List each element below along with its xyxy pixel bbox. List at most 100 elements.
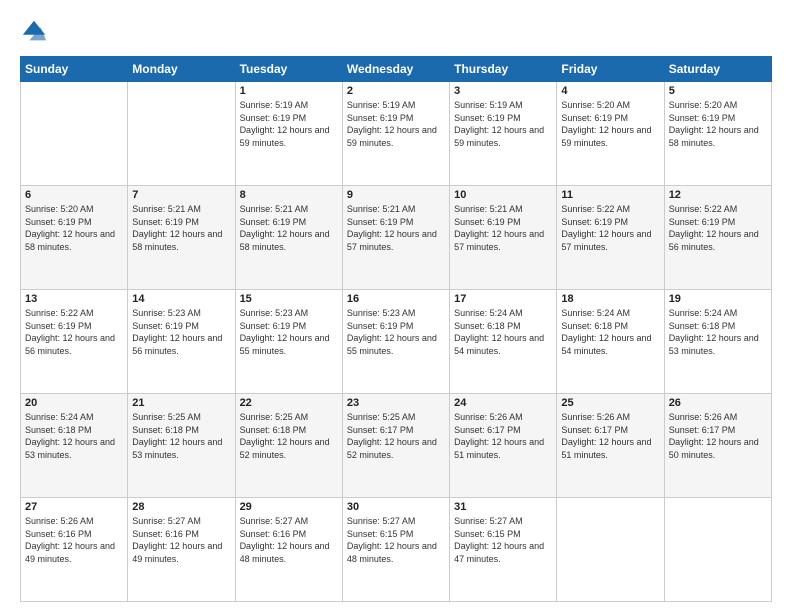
calendar-header-saturday: Saturday bbox=[664, 57, 771, 82]
day-info: Sunrise: 5:27 AM Sunset: 6:16 PM Dayligh… bbox=[132, 515, 230, 565]
day-number: 20 bbox=[25, 397, 123, 409]
day-info: Sunrise: 5:24 AM Sunset: 6:18 PM Dayligh… bbox=[561, 307, 659, 357]
day-number: 7 bbox=[132, 189, 230, 201]
day-number: 12 bbox=[669, 189, 767, 201]
calendar-cell: 18 Sunrise: 5:24 AM Sunset: 6:18 PM Dayli… bbox=[557, 290, 664, 394]
header bbox=[20, 18, 772, 46]
day-number: 31 bbox=[454, 501, 552, 513]
calendar-cell: 9 Sunrise: 5:21 AM Sunset: 6:19 PM Daylig… bbox=[342, 186, 449, 290]
day-info: Sunrise: 5:27 AM Sunset: 6:15 PM Dayligh… bbox=[454, 515, 552, 565]
day-number: 15 bbox=[240, 293, 338, 305]
day-number: 18 bbox=[561, 293, 659, 305]
day-info: Sunrise: 5:25 AM Sunset: 6:18 PM Dayligh… bbox=[240, 411, 338, 461]
day-info: Sunrise: 5:24 AM Sunset: 6:18 PM Dayligh… bbox=[25, 411, 123, 461]
day-info: Sunrise: 5:19 AM Sunset: 6:19 PM Dayligh… bbox=[454, 99, 552, 149]
calendar-cell: 13 Sunrise: 5:22 AM Sunset: 6:19 PM Dayli… bbox=[21, 290, 128, 394]
day-number: 26 bbox=[669, 397, 767, 409]
calendar-cell: 15 Sunrise: 5:23 AM Sunset: 6:19 PM Dayli… bbox=[235, 290, 342, 394]
calendar-week-row: 13 Sunrise: 5:22 AM Sunset: 6:19 PM Dayli… bbox=[21, 290, 772, 394]
calendar-header-tuesday: Tuesday bbox=[235, 57, 342, 82]
calendar-cell: 27Sunrise: 5:26 AM Sunset: 6:16 PM Dayli… bbox=[21, 498, 128, 602]
calendar-cell: 21 Sunrise: 5:25 AM Sunset: 6:18 PM Dayli… bbox=[128, 394, 235, 498]
calendar-cell: 26 Sunrise: 5:26 AM Sunset: 6:17 PM Dayli… bbox=[664, 394, 771, 498]
day-number: 9 bbox=[347, 189, 445, 201]
day-info: Sunrise: 5:20 AM Sunset: 6:19 PM Dayligh… bbox=[669, 99, 767, 149]
day-info: Sunrise: 5:23 AM Sunset: 6:19 PM Dayligh… bbox=[347, 307, 445, 357]
calendar-cell bbox=[664, 498, 771, 602]
day-number: 27 bbox=[25, 501, 123, 513]
calendar-header-monday: Monday bbox=[128, 57, 235, 82]
day-number: 21 bbox=[132, 397, 230, 409]
day-info: Sunrise: 5:25 AM Sunset: 6:17 PM Dayligh… bbox=[347, 411, 445, 461]
day-number: 13 bbox=[25, 293, 123, 305]
calendar-week-row: 27Sunrise: 5:26 AM Sunset: 6:16 PM Dayli… bbox=[21, 498, 772, 602]
day-number: 5 bbox=[669, 85, 767, 97]
calendar-header-thursday: Thursday bbox=[450, 57, 557, 82]
day-number: 10 bbox=[454, 189, 552, 201]
day-info: Sunrise: 5:20 AM Sunset: 6:19 PM Dayligh… bbox=[561, 99, 659, 149]
calendar-week-row: 20 Sunrise: 5:24 AM Sunset: 6:18 PM Dayli… bbox=[21, 394, 772, 498]
calendar-cell: 8 Sunrise: 5:21 AM Sunset: 6:19 PM Daylig… bbox=[235, 186, 342, 290]
calendar-cell: 14 Sunrise: 5:23 AM Sunset: 6:19 PM Dayli… bbox=[128, 290, 235, 394]
calendar-cell: 29 Sunrise: 5:27 AM Sunset: 6:16 PM Dayli… bbox=[235, 498, 342, 602]
calendar-cell: 5 Sunrise: 5:20 AM Sunset: 6:19 PM Daylig… bbox=[664, 82, 771, 186]
calendar-cell: 17Sunrise: 5:24 AM Sunset: 6:18 PM Dayli… bbox=[450, 290, 557, 394]
day-info: Sunrise: 5:19 AM Sunset: 6:19 PM Dayligh… bbox=[347, 99, 445, 149]
day-number: 28 bbox=[132, 501, 230, 513]
day-info: Sunrise: 5:26 AM Sunset: 6:17 PM Dayligh… bbox=[454, 411, 552, 461]
day-number: 1 bbox=[240, 85, 338, 97]
day-info: Sunrise: 5:21 AM Sunset: 6:19 PM Dayligh… bbox=[347, 203, 445, 253]
day-info: Sunrise: 5:23 AM Sunset: 6:19 PM Dayligh… bbox=[240, 307, 338, 357]
calendar-cell: 16 Sunrise: 5:23 AM Sunset: 6:19 PM Dayli… bbox=[342, 290, 449, 394]
calendar-header-friday: Friday bbox=[557, 57, 664, 82]
calendar-cell: 6Sunrise: 5:20 AM Sunset: 6:19 PM Daylig… bbox=[21, 186, 128, 290]
calendar-cell bbox=[21, 82, 128, 186]
day-number: 8 bbox=[240, 189, 338, 201]
day-number: 23 bbox=[347, 397, 445, 409]
day-number: 24 bbox=[454, 397, 552, 409]
day-number: 2 bbox=[347, 85, 445, 97]
calendar-cell: 31 Sunrise: 5:27 AM Sunset: 6:15 PM Dayli… bbox=[450, 498, 557, 602]
calendar-table: SundayMondayTuesdayWednesdayThursdayFrid… bbox=[20, 56, 772, 602]
day-info: Sunrise: 5:19 AM Sunset: 6:19 PM Dayligh… bbox=[240, 99, 338, 149]
calendar-cell: 3 Sunrise: 5:19 AM Sunset: 6:19 PM Daylig… bbox=[450, 82, 557, 186]
day-info: Sunrise: 5:26 AM Sunset: 6:17 PM Dayligh… bbox=[561, 411, 659, 461]
day-info: Sunrise: 5:22 AM Sunset: 6:19 PM Dayligh… bbox=[669, 203, 767, 253]
day-info: Sunrise: 5:22 AM Sunset: 6:19 PM Dayligh… bbox=[561, 203, 659, 253]
calendar-week-row: 6Sunrise: 5:20 AM Sunset: 6:19 PM Daylig… bbox=[21, 186, 772, 290]
day-info: Sunrise: 5:21 AM Sunset: 6:19 PM Dayligh… bbox=[240, 203, 338, 253]
calendar-header-row: SundayMondayTuesdayWednesdayThursdayFrid… bbox=[21, 57, 772, 82]
day-info: Sunrise: 5:26 AM Sunset: 6:17 PM Dayligh… bbox=[669, 411, 767, 461]
calendar-cell: 2 Sunrise: 5:19 AM Sunset: 6:19 PM Daylig… bbox=[342, 82, 449, 186]
day-info: Sunrise: 5:27 AM Sunset: 6:16 PM Dayligh… bbox=[240, 515, 338, 565]
day-number: 25 bbox=[561, 397, 659, 409]
day-info: Sunrise: 5:23 AM Sunset: 6:19 PM Dayligh… bbox=[132, 307, 230, 357]
day-number: 16 bbox=[347, 293, 445, 305]
calendar-cell: 30 Sunrise: 5:27 AM Sunset: 6:15 PM Dayli… bbox=[342, 498, 449, 602]
calendar-cell: 11Sunrise: 5:22 AM Sunset: 6:19 PM Dayli… bbox=[557, 186, 664, 290]
calendar-cell: 1 Sunrise: 5:19 AM Sunset: 6:19 PM Daylig… bbox=[235, 82, 342, 186]
day-number: 17 bbox=[454, 293, 552, 305]
day-info: Sunrise: 5:20 AM Sunset: 6:19 PM Dayligh… bbox=[25, 203, 123, 253]
day-number: 30 bbox=[347, 501, 445, 513]
day-number: 4 bbox=[561, 85, 659, 97]
page: SundayMondayTuesdayWednesdayThursdayFrid… bbox=[0, 0, 792, 612]
logo-icon bbox=[20, 18, 48, 46]
day-number: 29 bbox=[240, 501, 338, 513]
logo bbox=[20, 18, 52, 46]
calendar-header-sunday: Sunday bbox=[21, 57, 128, 82]
calendar-cell: 25 Sunrise: 5:26 AM Sunset: 6:17 PM Dayli… bbox=[557, 394, 664, 498]
calendar-header-wednesday: Wednesday bbox=[342, 57, 449, 82]
calendar-week-row: 1 Sunrise: 5:19 AM Sunset: 6:19 PM Daylig… bbox=[21, 82, 772, 186]
day-number: 3 bbox=[454, 85, 552, 97]
calendar-cell: 23 Sunrise: 5:25 AM Sunset: 6:17 PM Dayli… bbox=[342, 394, 449, 498]
day-number: 14 bbox=[132, 293, 230, 305]
day-number: 22 bbox=[240, 397, 338, 409]
day-info: Sunrise: 5:27 AM Sunset: 6:15 PM Dayligh… bbox=[347, 515, 445, 565]
calendar-cell: 24 Sunrise: 5:26 AM Sunset: 6:17 PM Dayli… bbox=[450, 394, 557, 498]
day-info: Sunrise: 5:25 AM Sunset: 6:18 PM Dayligh… bbox=[132, 411, 230, 461]
calendar-cell: 7Sunrise: 5:21 AM Sunset: 6:19 PM Daylig… bbox=[128, 186, 235, 290]
calendar-cell: 4 Sunrise: 5:20 AM Sunset: 6:19 PM Daylig… bbox=[557, 82, 664, 186]
calendar-cell bbox=[128, 82, 235, 186]
day-info: Sunrise: 5:22 AM Sunset: 6:19 PM Dayligh… bbox=[25, 307, 123, 357]
